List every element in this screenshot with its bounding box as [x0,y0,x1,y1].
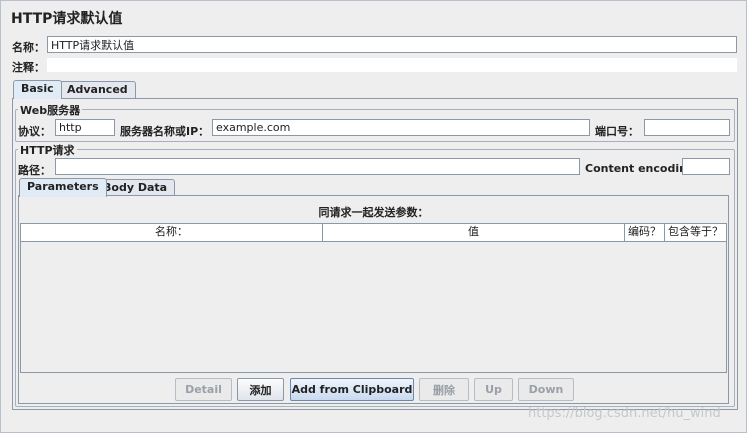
name-label: 名称： [12,41,45,54]
tab-parameters[interactable]: Parameters [19,178,107,197]
parameters-table[interactable]: 名称： 值 编码？ 包含等于？ [20,223,727,373]
server-label: 服务器名称或IP： [120,125,210,138]
column-header-include-equals[interactable]: 包含等于？ [665,224,726,241]
delete-button[interactable]: 删除 [419,378,469,401]
page-title: HTTP请求默认值 [11,11,123,27]
add-from-clipboard-button[interactable]: Add from Clipboard [290,378,414,401]
watermark: https://blog.csdn.net/hu_wind [528,406,721,421]
up-button[interactable]: Up [474,378,513,401]
comment-label: 注释： [12,61,45,74]
protocol-input[interactable] [55,119,115,136]
column-header-value[interactable]: 值 [323,224,625,241]
comment-input[interactable] [47,58,737,72]
down-button[interactable]: Down [518,378,574,401]
add-button[interactable]: 添加 [237,378,284,401]
web-server-group-title: Web服务器 [18,102,83,118]
tab-advanced[interactable]: Advanced [59,81,136,99]
path-input[interactable] [55,158,580,175]
port-input[interactable] [644,119,730,136]
content-encoding-input[interactable] [682,158,730,175]
window-frame: HTTP请求默认值 名称： 注释： Basic Advanced Web服务器 … [0,0,747,433]
table-header: 名称： 值 编码？ 包含等于？ [21,224,726,242]
tab-basic[interactable]: Basic [13,80,62,99]
path-label: 路径： [18,164,51,177]
parameters-caption: 同请求一起发送参数： [318,206,429,219]
protocol-label: 协议： [18,125,51,138]
detail-button[interactable]: Detail [175,378,232,401]
server-input[interactable] [212,119,590,136]
column-header-name[interactable]: 名称： [21,224,323,241]
name-input[interactable] [47,36,737,53]
http-request-group-title: HTTP请求 [18,142,77,158]
port-label: 端口号： [595,125,639,138]
column-header-encode[interactable]: 编码？ [625,224,665,241]
